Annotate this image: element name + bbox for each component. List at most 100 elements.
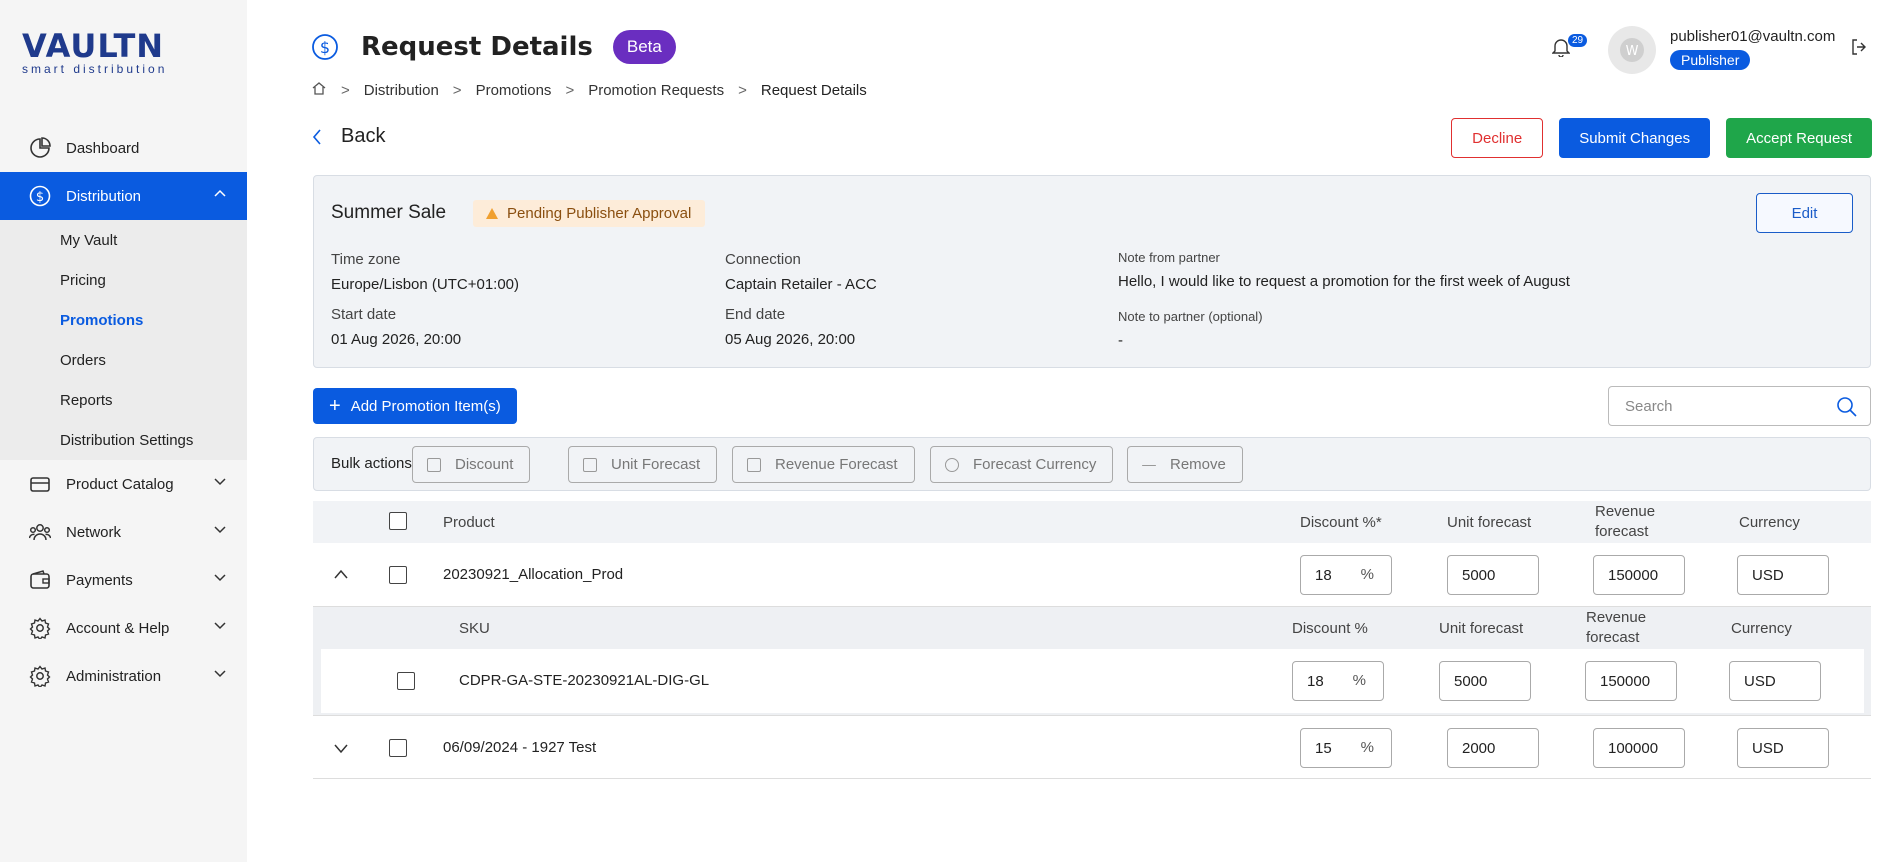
page-header: $ Request Details Beta — [311, 30, 676, 64]
discount-value: 15 — [1315, 740, 1332, 757]
sidebar-item-label: Product Catalog — [66, 475, 174, 493]
sidebar-item-account-help[interactable]: Account & Help — [0, 604, 247, 652]
sidebar-item-administration[interactable]: Administration — [0, 652, 247, 700]
beta-badge: Beta — [612, 30, 676, 64]
svg-text:$: $ — [320, 38, 330, 57]
chevron-down-icon — [213, 522, 227, 540]
table-row: 06/09/2024 - 1927 Test 15% 2000 100000 U… — [313, 715, 1871, 779]
note-to-partner-label: Note to partner (optional) — [1118, 309, 1263, 324]
row-checkbox[interactable] — [389, 739, 407, 757]
dollar-circle-icon: $ — [28, 184, 52, 208]
logo-tagline: smart distribution — [22, 62, 168, 76]
sidebar-item-distribution[interactable]: $ Distribution — [0, 172, 247, 220]
discount-input[interactable]: 15% — [1300, 728, 1392, 768]
breadcrumb: > Distribution > Promotions > Promotion … — [311, 80, 867, 100]
breadcrumb-promotion-requests[interactable]: Promotion Requests — [588, 82, 724, 99]
sidebar-item-payments[interactable]: Payments — [0, 556, 247, 604]
svg-text:$: $ — [36, 190, 44, 205]
submit-changes-button[interactable]: Submit Changes — [1559, 118, 1711, 158]
bulk-forecast-currency-button[interactable]: Forecast Currency — [930, 446, 1114, 483]
home-icon[interactable] — [311, 80, 327, 100]
back-button[interactable]: Back — [311, 125, 385, 148]
sidebar-nav: Dashboard $ Distribution My Vault Pricin… — [0, 124, 247, 700]
product-name: 06/09/2024 - 1927 Test — [443, 739, 597, 756]
sidebar-item-orders[interactable]: Orders — [0, 340, 247, 380]
currency-input[interactable]: USD — [1737, 555, 1829, 595]
search-input[interactable]: Search — [1608, 386, 1871, 426]
unit-forecast-input[interactable]: 2000 — [1447, 728, 1539, 768]
promotion-summary-card: Summer Sale Pending Publisher Approval E… — [313, 175, 1871, 368]
timezone-value: Europe/Lisbon (UTC+01:00) — [331, 276, 520, 293]
sku-unit-forecast-input[interactable]: 5000 — [1439, 661, 1531, 701]
notification-count-badge: 29 — [1568, 34, 1588, 47]
sku-checkbox[interactable] — [397, 672, 415, 690]
user-role-badge: Publisher — [1670, 50, 1751, 70]
revenue-forecast-input[interactable]: 150000 — [1593, 555, 1685, 595]
unit-forecast-header: Unit forecast — [1447, 514, 1532, 531]
chevron-up-icon[interactable] — [333, 567, 349, 584]
sku-currency-header: Currency — [1731, 620, 1792, 637]
chevron-down-icon — [213, 618, 227, 636]
select-all-checkbox[interactable] — [389, 512, 407, 530]
revenue-forecast-input[interactable]: 100000 — [1593, 728, 1685, 768]
revenue-forecast-header: Revenue — [1595, 503, 1656, 520]
bulk-button-label: Discount — [455, 456, 514, 473]
sidebar-item-network[interactable]: Network — [0, 508, 247, 556]
bulk-remove-button[interactable]: Remove — [1127, 446, 1243, 483]
chevron-down-icon[interactable] — [333, 742, 349, 759]
bulk-discount-button[interactable]: Discount — [412, 446, 531, 483]
accept-request-button[interactable]: Accept Request — [1726, 118, 1872, 158]
vaultn-logo[interactable]: VAULTN smart distribution — [22, 30, 168, 76]
dollar-circle-icon — [945, 457, 959, 472]
sidebar: VAULTN smart distribution Dashboard $ Di… — [0, 0, 247, 862]
sidebar-item-promotions[interactable]: Promotions — [0, 300, 247, 340]
discount-input[interactable]: 18% — [1300, 555, 1392, 595]
sku-header: SKU Discount % Unit forecast Revenue for… — [313, 607, 1871, 649]
product-name: 20230921_Allocation_Prod — [443, 566, 624, 583]
chart-icon — [747, 457, 761, 472]
sidebar-item-distribution-settings[interactable]: Distribution Settings — [0, 420, 247, 460]
note-from-partner-label: Note from partner — [1118, 250, 1220, 265]
sku-row: CDPR-GA-STE-20230921AL-DIG-GL 18% 5000 1… — [321, 649, 1864, 713]
bulk-button-label: Unit Forecast — [611, 456, 701, 473]
row-checkbox[interactable] — [389, 566, 407, 584]
sidebar-item-dashboard[interactable]: Dashboard — [0, 124, 247, 172]
note-from-partner-value: Hello, I would like to request a promoti… — [1118, 273, 1570, 290]
sidebar-item-reports[interactable]: Reports — [0, 380, 247, 420]
chevron-right-icon: > — [452, 81, 462, 99]
percent-suffix: % — [1352, 672, 1366, 689]
currency-input[interactable]: USD — [1737, 728, 1829, 768]
sku-revenue-forecast-input[interactable]: 150000 — [1585, 661, 1677, 701]
status-badge: Pending Publisher Approval — [473, 200, 706, 227]
chevron-down-icon — [213, 570, 227, 588]
logout-icon[interactable] — [1850, 38, 1868, 60]
action-buttons: Decline Submit Changes Accept Request — [1451, 118, 1872, 158]
revenue-forecast-header-2: forecast — [1595, 523, 1649, 540]
edit-button[interactable]: Edit — [1756, 193, 1853, 233]
sku-subtable: SKU Discount % Unit forecast Revenue for… — [313, 607, 1871, 715]
sku-revenue-forecast-header: Revenue — [1586, 609, 1647, 626]
breadcrumb-distribution[interactable]: Distribution — [364, 82, 439, 99]
sidebar-item-label: Distribution — [66, 187, 142, 205]
breadcrumb-promotions[interactable]: Promotions — [476, 82, 552, 99]
add-items-label: Add Promotion Item(s) — [350, 397, 501, 415]
sku-code: CDPR-GA-STE-20230921AL-DIG-GL — [459, 672, 710, 689]
unit-forecast-input[interactable]: 5000 — [1447, 555, 1539, 595]
sku-unit-forecast-header: Unit forecast — [1439, 620, 1524, 637]
decline-button[interactable]: Decline — [1451, 118, 1544, 158]
bulk-unit-forecast-button[interactable]: Unit Forecast — [568, 446, 718, 483]
add-promotion-items-button[interactable]: + Add Promotion Item(s) — [313, 388, 517, 424]
svg-text:W: W — [1626, 44, 1639, 59]
bulk-actions-bar: Bulk actions: Discount Unit Forecast Rev… — [313, 437, 1871, 491]
sidebar-item-pricing[interactable]: Pricing — [0, 260, 247, 300]
sidebar-item-product-catalog[interactable]: Product Catalog — [0, 460, 247, 508]
sidebar-item-my-vault[interactable]: My Vault — [0, 220, 247, 260]
chevron-right-icon: > — [738, 81, 747, 99]
main-content: $ Request Details Beta > Distribution > … — [247, 0, 1900, 862]
sku-discount-input[interactable]: 18% — [1292, 661, 1384, 701]
sidebar-item-label: Payments — [66, 571, 133, 589]
dashboard-icon — [28, 136, 52, 160]
sku-currency-input[interactable]: USD — [1729, 661, 1821, 701]
avatar[interactable]: W — [1608, 26, 1656, 74]
bulk-revenue-forecast-button[interactable]: Revenue Forecast — [732, 446, 915, 483]
